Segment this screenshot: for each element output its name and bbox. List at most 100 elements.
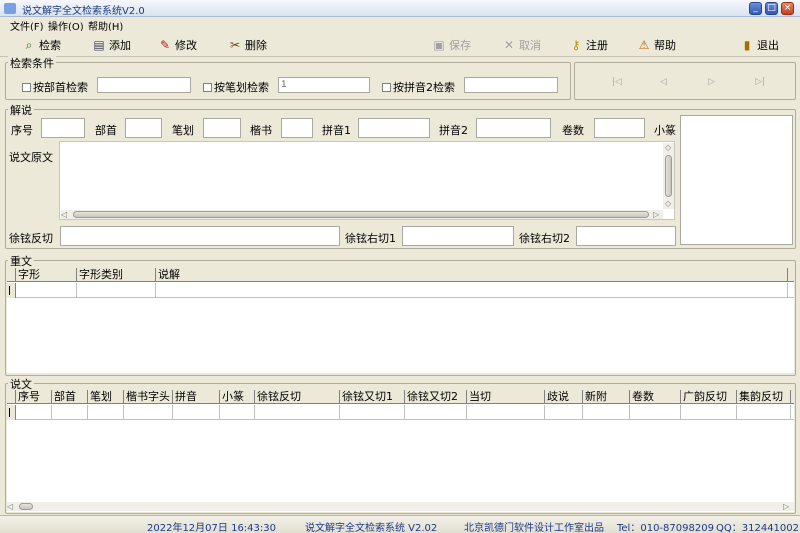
col-volume[interactable]: 卷数 [630, 390, 681, 404]
volume-field[interactable] [594, 118, 645, 138]
radical-input[interactable] [97, 77, 191, 93]
horizontal-scroll-thumb[interactable] [73, 211, 649, 218]
delete-button[interactable]: ✂ 删除 [228, 36, 267, 53]
save-button-label: 保存 [449, 38, 471, 52]
nav-next-button[interactable]: ▷ [708, 77, 715, 87]
table-cell[interactable] [52, 405, 88, 420]
help-button[interactable]: ⚠ 帮助 [637, 36, 676, 53]
row-indicator-header [7, 390, 16, 404]
table-cell[interactable] [255, 405, 340, 420]
minimize-button[interactable]: _ [749, 2, 762, 15]
vertical-scroll-thumb[interactable] [665, 155, 672, 197]
by-radical-checkbox[interactable]: 按部首检索 [22, 79, 88, 95]
table-cell[interactable] [405, 405, 467, 420]
col-radical[interactable]: 部首 [52, 390, 88, 404]
table-row[interactable] [7, 405, 794, 420]
xuxuan-youqie1-field[interactable] [402, 226, 514, 246]
pinyin2-input[interactable] [464, 77, 558, 93]
col-glyph[interactable]: 字形 [16, 268, 77, 282]
horizontal-scrollbar[interactable]: ◁ ▷ [61, 210, 663, 219]
horizontal-scroll-thumb[interactable] [19, 503, 33, 510]
scroll-right-icon[interactable]: ▷ [653, 210, 659, 219]
col-xuxuan-youqie1[interactable]: 徐铉又切1 [340, 390, 405, 404]
shuowen-grid[interactable]: 序号 部首 笔划 楷书字头 拼音 小篆 徐铉反切 徐铉又切1 徐铉又切2 当切 … [7, 390, 794, 512]
chongwen-grid[interactable]: 字形 字形类别 说解 [7, 268, 794, 373]
radical-label: 部首 [95, 124, 117, 137]
col-qishuo[interactable]: 歧说 [545, 390, 583, 404]
seq-input[interactable] [41, 118, 85, 138]
exit-button[interactable]: ▮ 退出 [740, 36, 779, 53]
by-strokes-label: 按笔划检索 [214, 81, 269, 94]
xuxuan-youqie2-label: 徐铉右切2 [519, 232, 570, 245]
checkbox-box [22, 83, 31, 92]
nav-first-button[interactable]: |◁ [612, 77, 622, 87]
col-glyph-type[interactable]: 字形类别 [77, 268, 156, 282]
col-xinfu[interactable]: 新附 [583, 390, 630, 404]
col-dangqie[interactable]: 当切 [467, 390, 545, 404]
original-text-area[interactable]: ◇ ◇ ◁ ▷ [59, 141, 675, 220]
pinyin2-field[interactable] [476, 118, 551, 138]
save-button[interactable]: ▣ 保存 [432, 36, 471, 53]
table-cell[interactable] [220, 405, 255, 420]
scroll-up-icon[interactable]: ◇ [665, 143, 671, 152]
table-row[interactable] [7, 283, 794, 298]
status-company: 北京凯德门软件设计工作室出品 [464, 523, 604, 533]
col-xuxuan-youqie2[interactable]: 徐铉又切2 [405, 390, 467, 404]
col-xiaozhuan[interactable]: 小篆 [220, 390, 255, 404]
by-pinyin2-checkbox[interactable]: 按拼音2检索 [382, 79, 455, 95]
by-strokes-checkbox[interactable]: 按笔划检索 [203, 79, 269, 95]
strokes-field[interactable] [203, 118, 241, 138]
col-pinyin[interactable]: 拼音 [173, 390, 220, 404]
strokes-input[interactable]: 1 [278, 77, 370, 93]
nav-prev-button[interactable]: ◁ [660, 77, 667, 87]
vertical-scrollbar[interactable]: ◇ ◇ [663, 143, 674, 209]
table-cell[interactable] [681, 405, 737, 420]
shuowen-header: 序号 部首 笔划 楷书字头 拼音 小篆 徐铉反切 徐铉又切1 徐铉又切2 当切 … [7, 390, 794, 404]
table-cell[interactable] [545, 405, 583, 420]
maximize-button[interactable]: □ [765, 2, 778, 15]
edit-cursor [9, 286, 10, 295]
register-button[interactable]: ⚷ 注册 [569, 36, 608, 53]
table-cell[interactable] [737, 405, 791, 420]
xuxuan-youqie2-field[interactable] [576, 226, 676, 246]
col-guangyun-fanqie[interactable]: 广韵反切 [681, 390, 737, 404]
table-cell[interactable] [77, 283, 156, 298]
row-indicator-header [7, 268, 16, 282]
col-jiyun-fanqie[interactable]: 集韵反切 [737, 390, 791, 404]
search-button[interactable]: ⌕ 检索 [22, 36, 61, 53]
edit-button[interactable]: ✎ 修改 [158, 36, 197, 53]
table-cell[interactable] [16, 283, 77, 298]
kaishu-field[interactable] [281, 118, 313, 138]
col-xuxuan-fanqie[interactable]: 徐铉反切 [255, 390, 340, 404]
table-cell[interactable] [583, 405, 630, 420]
add-button[interactable]: ▤ 添加 [92, 36, 131, 53]
table-cell[interactable] [340, 405, 405, 420]
scroll-left-icon[interactable]: ◁ [61, 210, 67, 219]
scroll-left-icon[interactable]: ◁ [7, 502, 13, 511]
cancel-button-label: 取消 [519, 38, 541, 52]
search-button-label: 检索 [39, 38, 61, 52]
shuowen-horizontal-scrollbar[interactable]: ◁ ▷ [7, 502, 794, 511]
radical-field[interactable] [125, 118, 162, 138]
table-cell[interactable] [630, 405, 681, 420]
table-cell[interactable] [88, 405, 124, 420]
xuxuan-fanqie-field[interactable] [60, 226, 340, 246]
seq-label: 序号 [11, 124, 33, 137]
cancel-button[interactable]: ✕ 取消 [502, 36, 541, 53]
col-kaishu-head[interactable]: 楷书字头 [124, 390, 173, 404]
table-cell[interactable] [124, 405, 173, 420]
col-explanation[interactable]: 说解 [156, 268, 788, 282]
col-strokes[interactable]: 笔划 [88, 390, 124, 404]
close-button[interactable]: × [781, 2, 794, 15]
pinyin1-field[interactable] [358, 118, 430, 138]
search-conditions-title: 检索条件 [8, 55, 56, 71]
table-cell[interactable] [467, 405, 545, 420]
table-cell[interactable] [156, 283, 788, 298]
scroll-down-icon[interactable]: ◇ [665, 199, 671, 208]
table-cell[interactable] [173, 405, 220, 420]
table-cell[interactable] [16, 405, 52, 420]
pinyin1-label: 拼音1 [322, 124, 351, 137]
col-seq[interactable]: 序号 [16, 390, 52, 404]
nav-last-button[interactable]: ▷| [755, 77, 765, 87]
scroll-right-icon[interactable]: ▷ [783, 502, 789, 511]
